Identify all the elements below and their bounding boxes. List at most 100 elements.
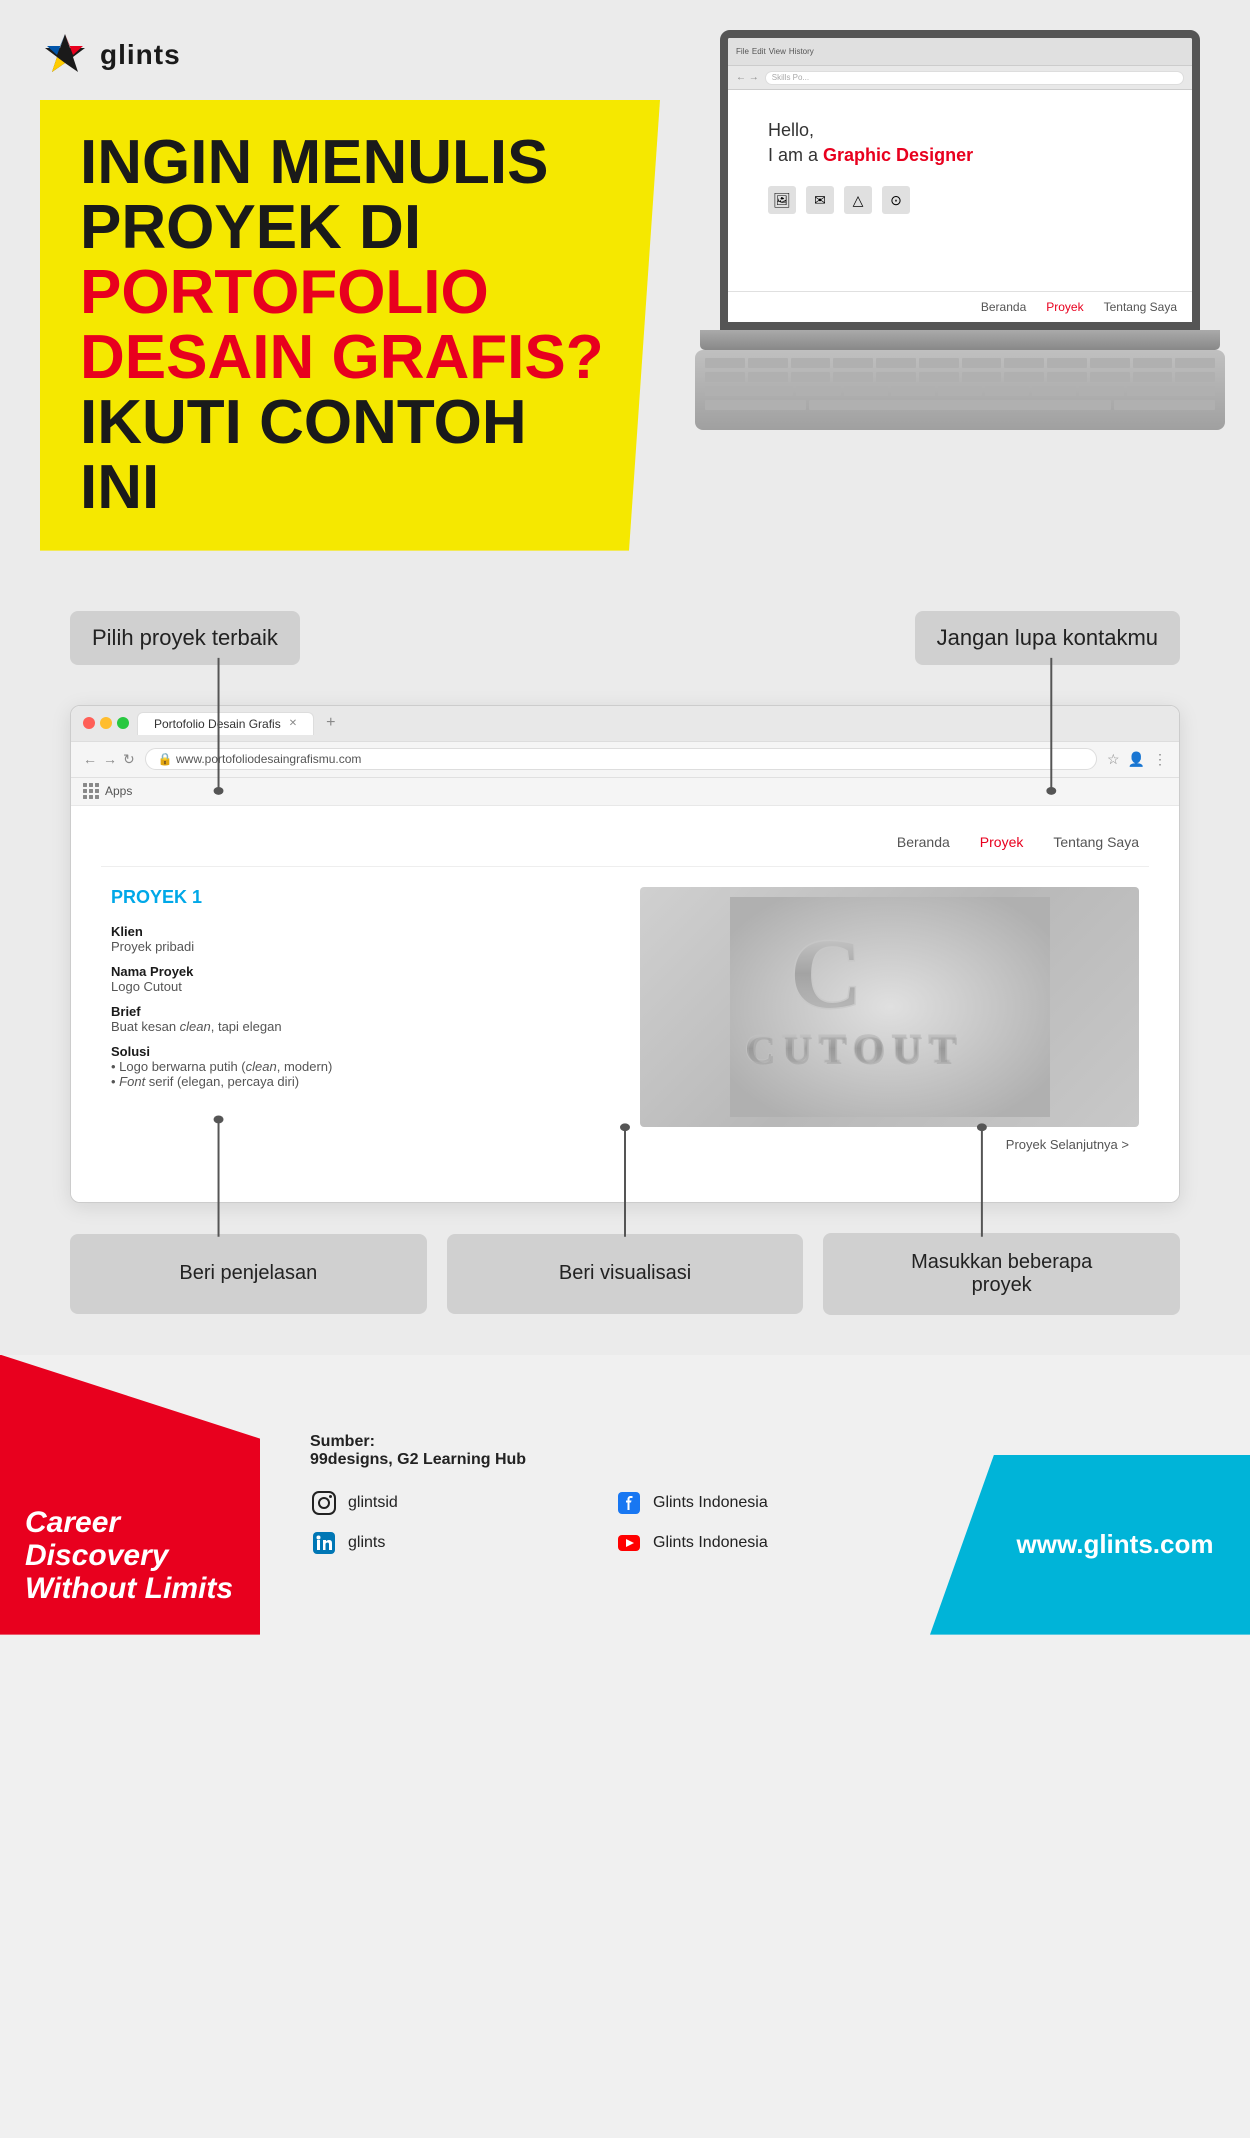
new-tab-button[interactable]: +: [326, 714, 335, 732]
laptop-iam-prefix: I am a: [768, 145, 823, 165]
field-client: Klien Proyek pribadi: [111, 924, 610, 954]
dot-maximize: [117, 717, 129, 729]
browser-actions: ☆ 👤 ⋮: [1107, 751, 1167, 768]
hero-line4: IKUTI CONTOH INI: [80, 388, 527, 522]
footer-section: Career Discovery Without Limits Sumber: …: [0, 1355, 1250, 1635]
annotation-bottom-2: Beri visualisasi: [447, 1234, 804, 1314]
hero-headline: INGIN MENULIS PROYEK DI PORTOFOLIO DESAI…: [80, 130, 620, 521]
dot-minimize: [100, 717, 112, 729]
social-youtube[interactable]: Glints Indonesia: [615, 1529, 880, 1557]
website-url[interactable]: www.glints.com: [1017, 1529, 1214, 1560]
field-solusi-value2: • Font serif (elegan, percaya diri): [111, 1074, 610, 1089]
back-button[interactable]: ←: [83, 751, 97, 768]
tab-close-icon[interactable]: ✕: [289, 718, 297, 729]
laptop-keyboard: [695, 350, 1225, 430]
field-solusi-value1: • Logo berwarna putih (clean, modern): [111, 1059, 610, 1074]
browser-titlebar: Portofolio Desain Grafis ✕ +: [71, 706, 1179, 742]
laptop-icon-3: △: [844, 186, 872, 214]
hero-banner: INGIN MENULIS PROYEK DI PORTOFOLIO DESAI…: [40, 100, 660, 551]
field-brief-value: Buat kesan clean, tapi elegan: [111, 1019, 610, 1034]
field-client-value: Proyek pribadi: [111, 939, 610, 954]
field-client-label: Klien: [111, 924, 610, 939]
social-grid: glintsid Glints Indonesia: [310, 1489, 880, 1557]
laptop-hello: Hello,: [768, 120, 1152, 141]
top-annotations: Pilih proyek terbaik Jangan lupa kontakm…: [50, 611, 1200, 665]
footer-content: Sumber: 99designs, G2 Learning Hub glint…: [280, 1355, 910, 1635]
youtube-icon: [615, 1529, 643, 1557]
field-projectname-value: Logo Cutout: [111, 979, 610, 994]
dot-close: [83, 717, 95, 729]
laptop-content: Hello, I am a Graphic Designer 🖼 ✉ △ ⊙: [728, 90, 1192, 291]
field-brief-label: Brief: [111, 1004, 610, 1019]
browser-tab[interactable]: Portofolio Desain Grafis ✕: [137, 712, 314, 735]
brand-name: glints: [100, 39, 181, 71]
social-linkedin[interactable]: glints: [310, 1529, 575, 1557]
blue-corner: www.glints.com: [930, 1455, 1250, 1635]
hero-line3: DESAIN GRAFIS?: [80, 323, 604, 392]
laptop-nav-tentang: Tentang Saya: [1104, 300, 1177, 314]
linkedin-handle: glints: [348, 1534, 385, 1552]
hero-line1: INGIN MENULIS: [80, 128, 548, 197]
linkedin-icon: [310, 1529, 338, 1557]
laptop-topbar: FileEditViewHistory: [728, 38, 1192, 66]
laptop-icon-4: ⊙: [882, 186, 910, 214]
reload-button[interactable]: ↻: [123, 751, 135, 768]
forward-button[interactable]: →: [103, 751, 117, 768]
annotation-top-right: Jangan lupa kontakmu: [915, 611, 1180, 665]
browser-addressbar-row: ← → ↻ 🔒 www.portofoliodesaingrafismu.com…: [71, 742, 1179, 778]
social-instagram[interactable]: glintsid: [310, 1489, 575, 1517]
source-label: Sumber:: [310, 1433, 375, 1450]
youtube-name: Glints Indonesia: [653, 1534, 768, 1552]
laptop-iam: I am a Graphic Designer: [768, 145, 1152, 166]
annotation-bottom-1: Beri penjelasan: [70, 1234, 427, 1314]
source-value: 99designs, G2 Learning Hub: [310, 1451, 526, 1468]
apps-grid-icon: [83, 783, 99, 799]
glints-star-icon: [40, 30, 90, 80]
instagram-icon: [310, 1489, 338, 1517]
connector-wrapper: Pilih proyek terbaik Jangan lupa kontakm…: [50, 611, 1200, 1315]
field-brief: Brief Buat kesan clean, tapi elegan: [111, 1004, 610, 1034]
annotation-top-left: Pilih proyek terbaik: [70, 611, 300, 665]
portfolio-left: PROYEK 1 Klien Proyek pribadi Nama Proye…: [111, 887, 610, 1162]
account-button[interactable]: 👤: [1128, 751, 1145, 768]
project-title: PROYEK 1: [111, 887, 610, 908]
portfolio-layout: PROYEK 1 Klien Proyek pribadi Nama Proye…: [101, 867, 1149, 1182]
browser-url: 🔒: [158, 752, 176, 766]
annotation-bottom-3: Masukkan beberapa proyek: [823, 1233, 1180, 1315]
next-project-link[interactable]: Proyek Selanjutnya >: [640, 1127, 1139, 1162]
svg-text:CUTOUT: CUTOUT: [747, 1028, 965, 1073]
laptop-icon-1: 🖼: [768, 186, 796, 214]
career-tagline: Career Discovery Without Limits: [25, 1506, 235, 1605]
browser-dots: [83, 717, 129, 729]
middle-section: Pilih proyek terbaik Jangan lupa kontakm…: [0, 571, 1250, 1355]
hero-line2-red: PORTOFOLIO: [80, 258, 489, 327]
menu-button[interactable]: ⋮: [1153, 751, 1167, 768]
portfolio-image: C C CUTOUT CUTOUT CUTOUT: [640, 887, 1139, 1127]
laptop-icons: 🖼 ✉ △ ⊙: [768, 186, 1152, 214]
laptop-screen: FileEditViewHistory ← → Skills Po... Hel…: [720, 30, 1200, 330]
browser-address-input[interactable]: 🔒 www.portofoliodesaingrafismu.com: [145, 748, 1097, 770]
browser-mockup: Portofolio Desain Grafis ✕ + ← → ↻ 🔒 www…: [70, 705, 1180, 1203]
laptop-menu: FileEditViewHistory: [736, 47, 814, 56]
laptop-base: [700, 330, 1220, 350]
bottom-annotations: Beri penjelasan Beri visualisasi Masukka…: [50, 1233, 1200, 1315]
cutout-logo-svg: C C CUTOUT CUTOUT CUTOUT: [730, 897, 1050, 1117]
star-bookmark-button[interactable]: ☆: [1107, 751, 1120, 768]
source-line: Sumber: 99designs, G2 Learning Hub: [310, 1433, 880, 1469]
laptop-nav-proyek: Proyek: [1046, 300, 1083, 314]
social-facebook[interactable]: Glints Indonesia: [615, 1489, 880, 1517]
field-solusi-label: Solusi: [111, 1044, 610, 1059]
facebook-icon: [615, 1489, 643, 1517]
browser-nav-proyek[interactable]: Proyek: [980, 834, 1024, 850]
hero-line2-black: PROYEK DI: [80, 193, 421, 262]
laptop-nav: Beranda Proyek Tentang Saya: [728, 291, 1192, 322]
field-project-name: Nama Proyek Logo Cutout: [111, 964, 610, 994]
svg-text:C: C: [790, 918, 862, 1029]
browser-nav-beranda[interactable]: Beranda: [897, 834, 950, 850]
browser-nav-tentang[interactable]: Tentang Saya: [1053, 834, 1139, 850]
facebook-name: Glints Indonesia: [653, 1494, 768, 1512]
browser-nav: Beranda Proyek Tentang Saya: [101, 826, 1149, 867]
portfolio-right: C C CUTOUT CUTOUT CUTOUT Proyek Selanjut…: [640, 887, 1139, 1162]
instagram-handle: glintsid: [348, 1494, 398, 1512]
top-section: glints INGIN MENULIS PROYEK DI PORTOFOLI…: [0, 0, 1250, 571]
